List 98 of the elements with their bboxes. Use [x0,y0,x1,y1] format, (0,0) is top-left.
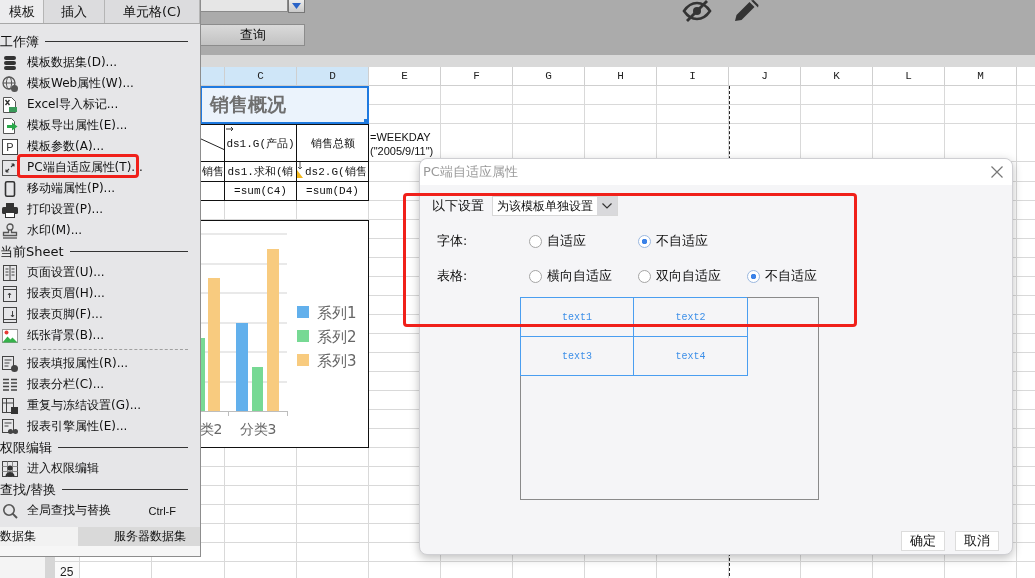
printer-icon [2,201,18,218]
menu-item[interactable]: 重复与冻结设置(G)... [0,395,200,416]
table-cell: 销售 [200,162,225,182]
menu-item[interactable]: 报表页脚(F)... [0,304,200,325]
column-header[interactable]: M [945,67,1017,86]
column-header[interactable]: L [873,67,945,86]
chevron-down-icon [597,197,617,215]
field-label: 以下设置 [432,197,485,215]
sheet-title: 销售概况 [210,92,286,117]
column-header[interactable]: I [657,67,729,86]
menu-item[interactable]: 打印设置(P)... [0,199,200,220]
phone-icon [2,180,18,197]
radio-option[interactable]: 自适应 [529,232,586,250]
cell-text: ds2.G(销售 [305,165,367,179]
field-label: 表格: [437,267,469,285]
field-label: 字体: [437,232,469,250]
dialog-title: PC端自适应属性 [423,163,518,181]
column-header[interactable]: K [801,67,873,86]
menu-item[interactable]: 进入权限编辑 [0,458,200,479]
cell-text: ds1.G(产品) [226,136,295,151]
column-header[interactable]: F [441,67,513,86]
menu-item[interactable]: 报表引擎属性(E)... [0,416,200,437]
pencil-icon[interactable] [733,0,759,22]
panel-tab[interactable]: 数据集 [0,527,78,546]
section-heading: 工作簿 [0,32,39,51]
menu-item[interactable]: Excel导入标记... [0,94,200,115]
table-cell [200,182,225,201]
dialog-button[interactable]: 确定 [901,531,945,551]
axis-label: 类2 [200,421,223,437]
menu-item[interactable]: 报表分栏(C)... [0,374,200,395]
diagonal-line [200,138,224,150]
column-header[interactable]: C [225,67,297,86]
caret-icon [292,3,301,9]
axis-label: 分类3 [239,421,277,437]
dropdown[interactable]: 为该模板单独设置 [492,196,618,216]
dialog-button[interactable]: 取消 [955,531,999,551]
query-button[interactable]: 查询 [200,24,305,46]
column-header[interactable]: E [369,67,441,86]
radio-option[interactable]: 不自适应 [747,267,817,285]
letter-box-icon: P [2,138,18,155]
menu-item[interactable]: 模板导出属性(E)... [0,115,200,136]
menu-tab[interactable]: 模板 [0,0,44,23]
database-icon [2,54,18,71]
document-arrow-icon [2,117,18,134]
menu-item[interactable]: 模板Web属性(W)... [0,73,200,94]
legend-label: 系列3 [317,352,357,370]
form-gear-icon [2,355,18,372]
table-cell: =sum(C4) [225,182,297,201]
menu-item[interactable]: 全局查找与替换 Ctrl-F [0,500,200,521]
radio-option[interactable]: 双向自适应 [638,267,721,285]
legend-label: 系列1 [317,304,357,322]
menu-item[interactable]: 报表页眉(H)... [0,283,200,304]
preview-cell: text3 [521,337,634,376]
page-footer-icon [2,306,18,323]
chart-bar [252,367,263,411]
legend-label: 系列2 [317,328,357,346]
menu-tab[interactable]: 单元格(C) [105,0,200,23]
close-icon [991,166,1003,178]
table-lock-icon [2,397,18,414]
stamp-icon [2,222,18,239]
selection-handle-icon[interactable] [364,119,369,124]
menu-item[interactable]: 水印(M)... [0,220,200,241]
table-cell: 销售总额 [297,124,369,162]
panel-tab[interactable]: 服务器数据集 [78,527,200,546]
radio-option[interactable]: 横向自适应 [529,267,612,285]
menu-item[interactable]: P 模板参数(A)... [0,136,200,157]
column-header[interactable]: G [513,67,585,86]
column-header[interactable]: D [297,67,369,86]
table-cell-text: =WEEKDAY("2005/9/11") [369,130,435,159]
shortcut-text: Ctrl-F [148,504,176,517]
section-heading: 权限编辑 [0,438,52,457]
menu-item[interactable]: 模板数据集(D)... [0,52,200,73]
menu-tab[interactable]: 插入 [44,0,105,23]
section-heading: 查找/替换 [0,480,57,499]
input-field[interactable] [200,0,288,12]
globe-icon [2,75,18,92]
preview-cell: text4 [634,337,748,376]
page-layout-icon [2,264,18,281]
row-number: 25 [59,563,75,578]
page-header-icon [2,285,18,302]
columns-icon [2,376,18,393]
table-cell: ds1.求和(销 [225,162,297,182]
menu-item[interactable]: 页面设置(U)... [0,262,200,283]
table-cell: =sum(D4) [297,182,369,201]
eye-slash-icon[interactable] [682,0,712,22]
section-heading: 当前Sheet [0,242,64,261]
expand-arrows-icon [2,159,18,176]
radio-option[interactable]: 不自适应 [638,232,708,250]
menu-item[interactable]: 报表填报属性(R)... [0,353,200,374]
document-x-icon [2,96,18,113]
dropdown-button[interactable] [288,0,305,13]
column-header[interactable]: H [585,67,657,86]
column-header[interactable] [200,67,225,86]
search-icon [2,502,18,519]
menu-item[interactable]: 移动端属性(P)... [0,178,200,199]
menu-item[interactable]: 纸张背景(B)... [0,325,200,346]
document-gear-icon [2,418,18,435]
column-header[interactable]: J [729,67,801,86]
